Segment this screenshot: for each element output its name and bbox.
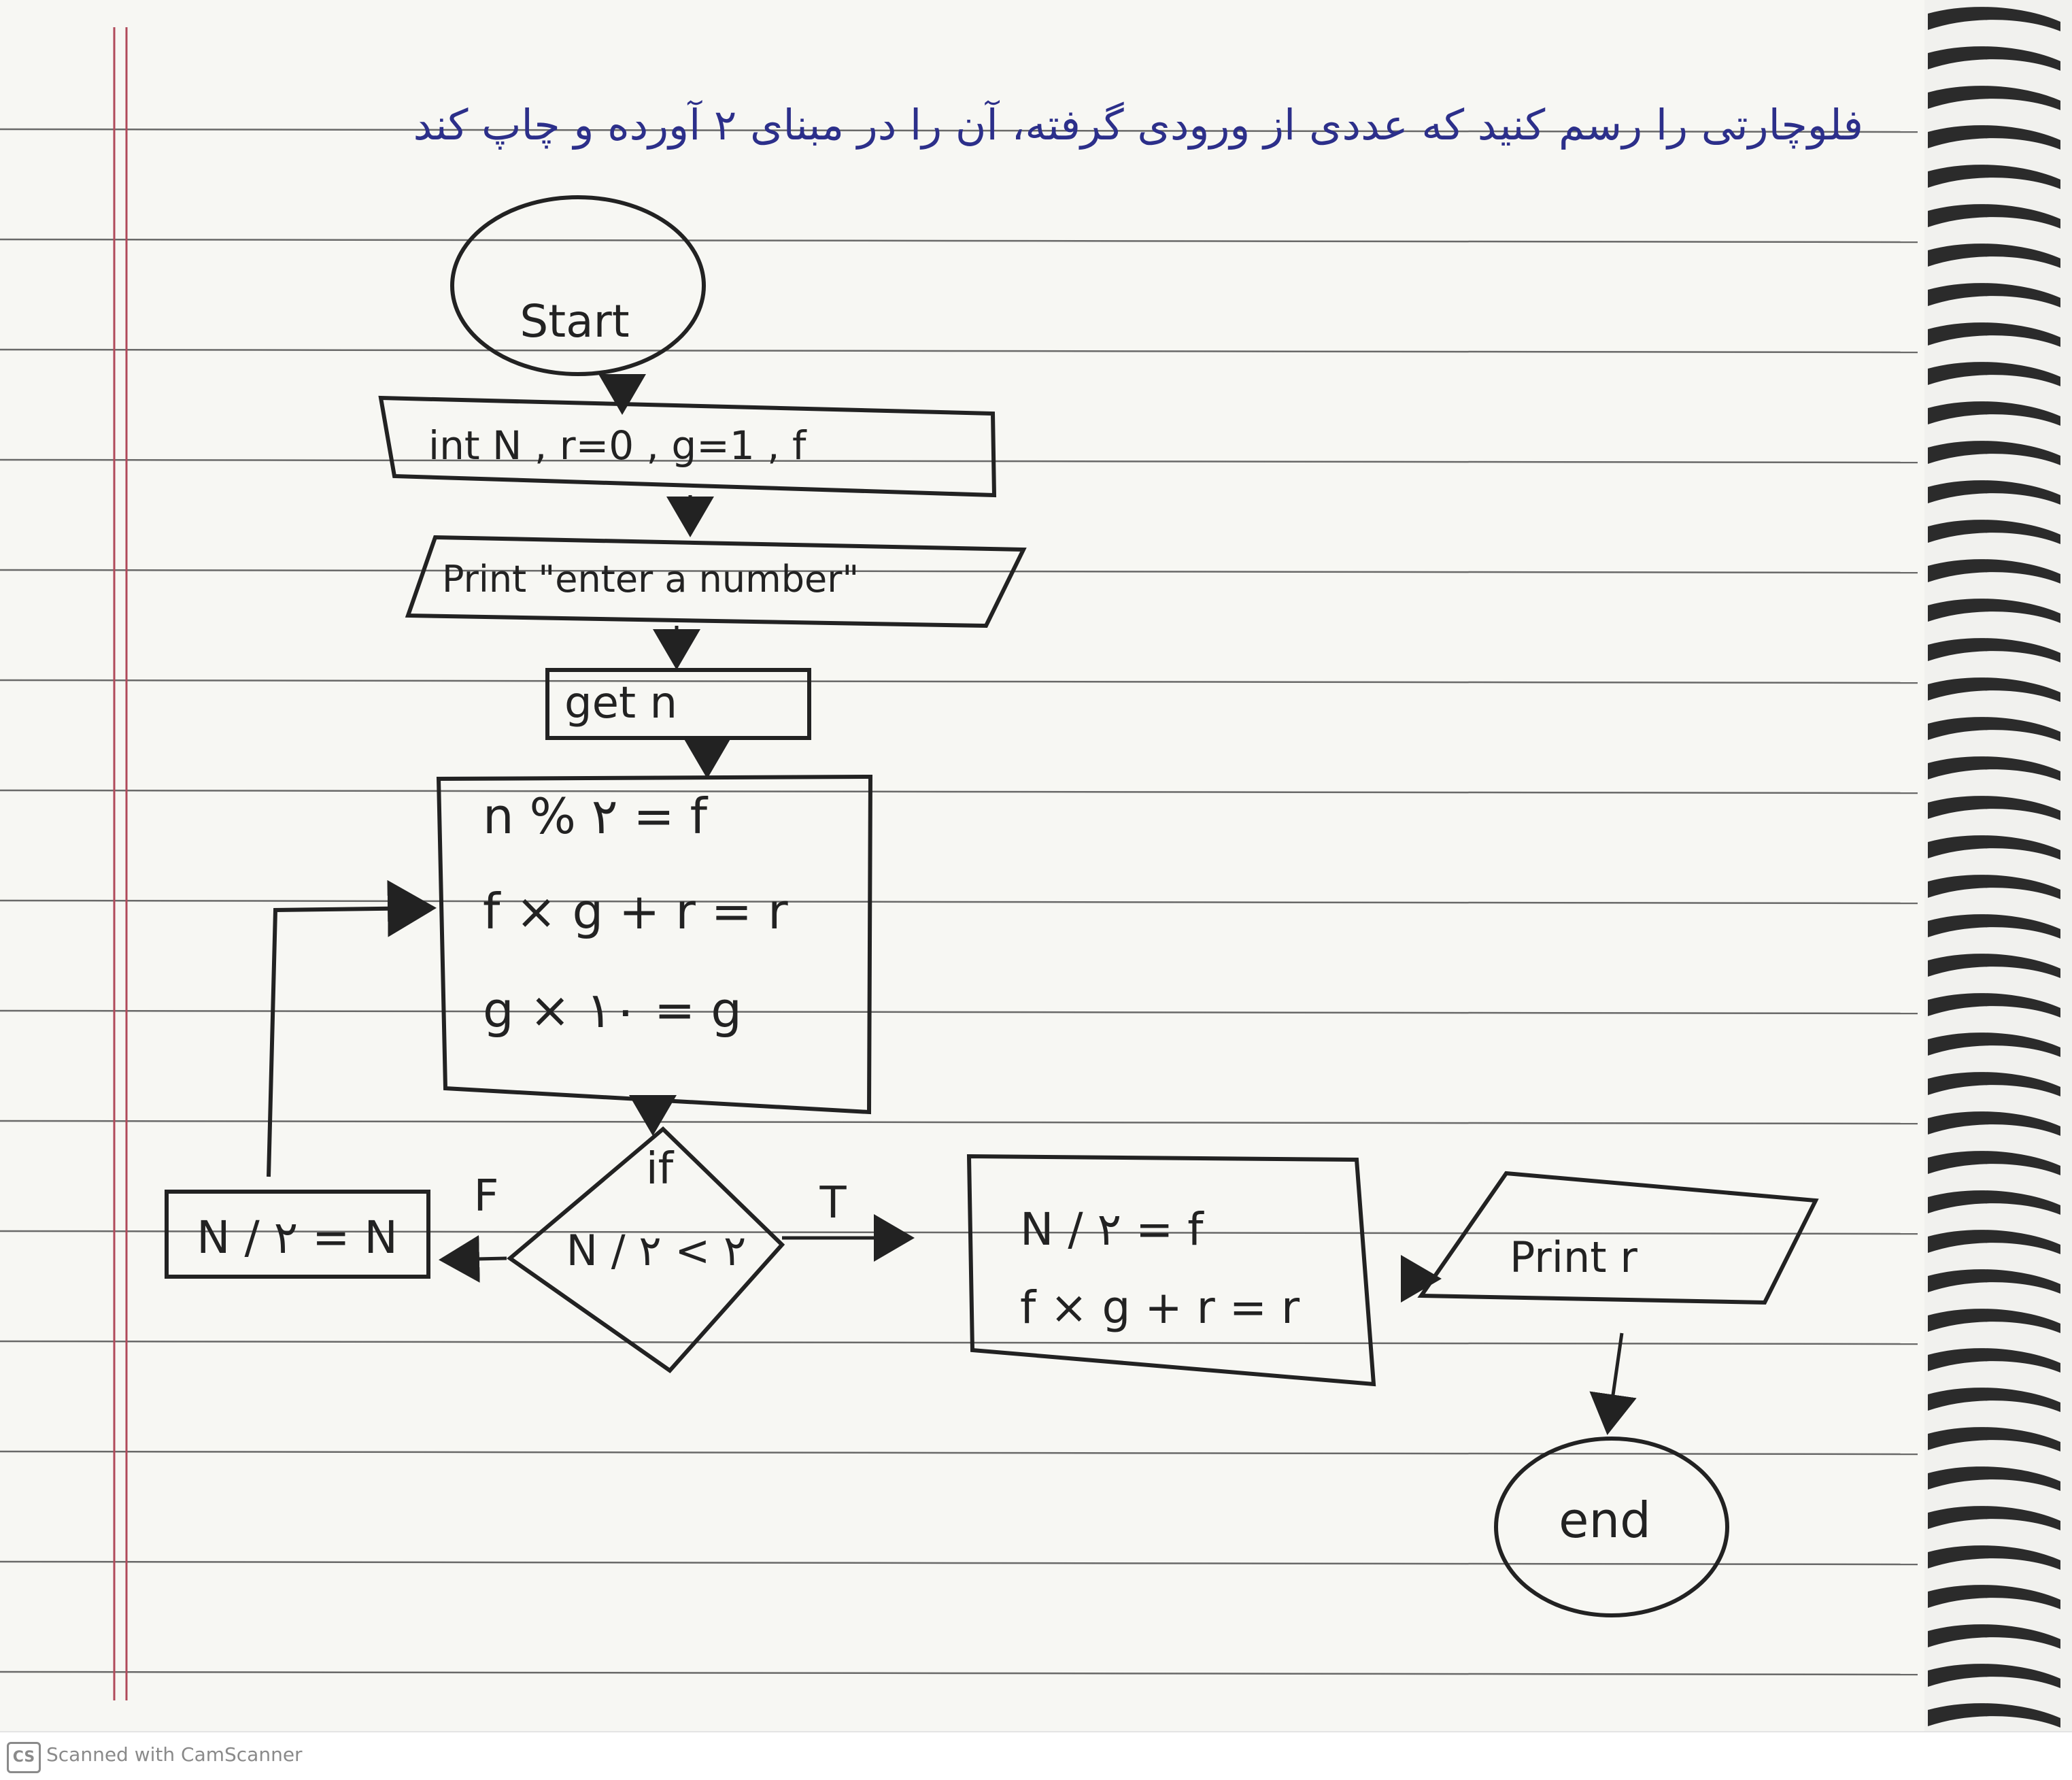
spiral-ring (1928, 875, 2060, 899)
spiral-ring (1928, 1032, 2060, 1057)
camscanner-logo: CS (7, 1742, 41, 1773)
true-box-line-2: f × g + r = r (1020, 1281, 1300, 1334)
loop-line-2: f × g + r = r (483, 883, 788, 940)
spiral-ring (1928, 520, 2060, 544)
ruled-line (0, 1340, 1918, 1345)
ruled-line (0, 458, 1918, 464)
spiral-ring (1928, 1388, 2060, 1412)
true-label: T (819, 1178, 847, 1228)
ruled-line (0, 1670, 1918, 1676)
spiral-ring (1928, 1703, 2060, 1728)
spiral-ring (1928, 1427, 2060, 1451)
spiral-ring (1928, 1072, 2060, 1096)
false-label: F (474, 1171, 499, 1222)
spiral-ring (1928, 125, 2060, 150)
spiral-ring (1928, 638, 2060, 662)
spiral-ring (1928, 1585, 2060, 1609)
ruled-lines (0, 128, 1918, 1676)
arrow-output-end (1589, 1332, 1637, 1435)
ruled-line (0, 1560, 1918, 1566)
spiral-ring (1928, 954, 2060, 978)
ruled-line (0, 679, 1918, 684)
spiral-ring (1928, 204, 2060, 229)
spiral-ring (1928, 165, 2060, 189)
spiral-ring (1928, 835, 2060, 860)
spiral-ring (1928, 322, 2060, 347)
decision-condition: N / ۲ < ۲ (566, 1226, 747, 1275)
spiral-ring (1928, 677, 2060, 702)
arrow-false (439, 1235, 507, 1283)
loop-line-3: g × ۱۰ = g (483, 981, 742, 1039)
spiral-ring (1928, 756, 2060, 781)
print-r-label: Print r (1510, 1232, 1637, 1282)
spiral-ring (1928, 1506, 2060, 1530)
ruled-line (0, 1450, 1918, 1456)
ruled-line (0, 238, 1918, 244)
spiral-ring (1928, 914, 2060, 939)
spiral-ring (1928, 599, 2060, 623)
page-title: فلوچارتی را رسم کنید که عددی از ورودی گر… (413, 99, 1863, 150)
spiral-ring (1928, 796, 2060, 820)
spiral-ring (1928, 1624, 2060, 1649)
spiral-ring (1928, 1230, 2060, 1254)
spiral-ring (1928, 441, 2060, 465)
end-label: end (1559, 1492, 1651, 1549)
spiral-ring (1928, 559, 2060, 584)
start-terminal (450, 195, 706, 376)
spiral-ring (1928, 1348, 2060, 1373)
spiral-ring (1928, 1466, 2060, 1491)
spiral-ring (1928, 244, 2060, 268)
decision-if: if (646, 1144, 675, 1194)
spiral-rings (1928, 7, 2060, 1728)
false-box-label: N / ۲ = N (197, 1211, 398, 1264)
flowchart-canvas: فلوچارتی را رسم کنید که عددی از ورودی گر… (0, 7, 2060, 1728)
spiral-ring (1928, 1309, 2060, 1333)
arrow-loop-back (267, 879, 437, 1177)
spiral-ring (1928, 46, 2060, 71)
spiral-ring (1928, 7, 2060, 31)
spiral-ring (1928, 1269, 2060, 1294)
spiral-ring (1928, 1151, 2060, 1175)
get-n-label: get n (564, 678, 677, 728)
scanner-footer: CS Scanned with CamScanner (0, 1731, 2072, 1780)
ruled-line (0, 899, 1918, 905)
spiral-ring (1928, 1664, 2060, 1688)
spiral-ring (1928, 1111, 2060, 1136)
ruled-line (0, 1120, 1918, 1125)
ruled-line (0, 1009, 1918, 1015)
true-box (966, 1154, 1376, 1387)
spiral-ring (1928, 480, 2060, 505)
start-label: Start (520, 295, 629, 348)
spiral-ring (1928, 1190, 2060, 1215)
print-prompt-label: Print "enter a number" (442, 558, 859, 601)
spiral-ring (1928, 283, 2060, 307)
ruled-line (0, 348, 1918, 354)
spiral-ring (1928, 362, 2060, 386)
ruled-line (0, 569, 1918, 574)
spiral-ring (1928, 86, 2060, 110)
loop-line-1: n % ۲ = f (483, 788, 709, 845)
camscanner-watermark: Scanned with CamScanner (46, 1743, 303, 1766)
spiral-ring (1928, 1545, 2060, 1570)
spiral-ring (1928, 401, 2060, 426)
spiral-ring (1928, 717, 2060, 741)
init-label: int N , r=0 , g=1 , f (428, 422, 807, 469)
true-box-line-1: N / ۲ = f (1020, 1203, 1204, 1256)
spiral-ring (1928, 993, 2060, 1018)
ruled-line (0, 789, 1918, 794)
